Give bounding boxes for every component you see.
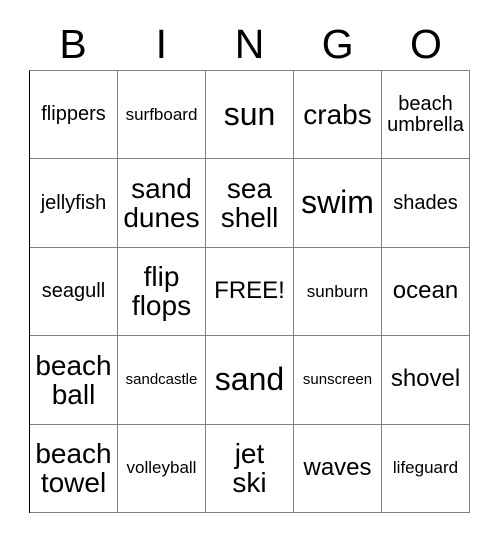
bingo-cell-r3c2[interactable]: flip flops — [118, 247, 206, 337]
bingo-cell-r1c2[interactable]: surfboard — [118, 71, 206, 160]
bingo-cell-label: shovel — [390, 365, 461, 393]
bingo-cell-r3c1[interactable]: seagull — [30, 247, 118, 337]
bingo-cell-r2c1[interactable]: jellyfish — [30, 159, 118, 248]
bingo-cell-label: seagull — [41, 280, 106, 303]
bingo-cell-label: beach towel — [35, 438, 112, 499]
bingo-cell-label: sandcastle — [125, 371, 198, 389]
bingo-cell-r1c4[interactable]: crabs — [294, 71, 382, 160]
bingo-cell-label: sand dunes — [123, 172, 200, 234]
bingo-cell-label: waves — [303, 453, 372, 481]
bingo-cell-r5c4[interactable]: waves — [294, 424, 382, 513]
bingo-cell-r2c4[interactable]: swim — [294, 159, 382, 248]
bingo-cell-label: swim — [301, 184, 374, 221]
bingo-cell-r1c3[interactable]: sun — [206, 71, 294, 160]
bingo-cell-r4c2[interactable]: sandcastle — [118, 336, 206, 425]
bingo-cell-label: sunscreen — [302, 371, 373, 389]
bingo-cell-label: jellyfish — [40, 191, 107, 214]
bingo-cell-r4c1[interactable]: beach ball — [30, 336, 118, 425]
bingo-header: B I N G O — [29, 14, 470, 66]
bingo-cell-label: volleyball — [126, 458, 197, 478]
header-letter-g: G — [321, 21, 354, 67]
bingo-cell-label: jet ski — [232, 438, 267, 499]
bingo-cell-r5c2[interactable]: volleyball — [118, 424, 206, 513]
bingo-cell-label: crabs — [303, 99, 372, 131]
bingo-cell-label: flippers — [41, 103, 106, 126]
bingo-card: B I N G O flippers surfboard sun crabs beach… — [0, 0, 500, 544]
bingo-cell-r5c1[interactable]: beach towel — [30, 424, 118, 513]
header-letter-n: N — [234, 21, 265, 67]
bingo-cell-r1c5[interactable]: beach umbrella — [382, 71, 470, 160]
bingo-cell-label: beach ball — [35, 349, 112, 410]
bingo-cell-label: sunburn — [306, 281, 369, 301]
bingo-cell-r1c1[interactable]: flippers — [30, 71, 118, 160]
bingo-cell-label: sand — [214, 361, 285, 398]
bingo-cell-r4c4[interactable]: sunscreen — [294, 336, 382, 425]
bingo-cell-label: sea shell — [220, 172, 279, 234]
bingo-cell-r5c5[interactable]: lifeguard — [382, 424, 470, 513]
bingo-cell-label: shades — [393, 191, 458, 214]
bingo-cell-r2c5[interactable]: shades — [382, 159, 470, 248]
header-letter-o: O — [409, 21, 442, 67]
bingo-cell-label: lifeguard — [392, 458, 459, 478]
bingo-cell-r2c2[interactable]: sand dunes — [118, 159, 206, 248]
bingo-cell-r5c3[interactable]: jet ski — [206, 424, 294, 513]
bingo-cell-label: FREE! — [214, 277, 285, 305]
bingo-cell-label: surfboard — [125, 104, 198, 124]
header-letter-b: B — [59, 21, 87, 67]
bingo-cell-r4c5[interactable]: shovel — [382, 336, 470, 425]
bingo-cell-label: beach umbrella — [387, 92, 464, 136]
bingo-cell-r2c3[interactable]: sea shell — [206, 159, 294, 248]
bingo-cell-label: sun — [223, 96, 276, 133]
header-letter-i: I — [155, 21, 167, 67]
bingo-cell-r3c4[interactable]: sunburn — [294, 247, 382, 337]
bingo-cell-r4c3[interactable]: sand — [206, 336, 294, 425]
bingo-grid: flippers surfboard sun crabs beach umbrella j… — [29, 70, 470, 513]
bingo-cell-label: flip flops — [131, 261, 192, 322]
bingo-cell-r3c5[interactable]: ocean — [382, 247, 470, 337]
bingo-cell-r3c3[interactable]: FREE! — [206, 247, 294, 337]
bingo-cell-label: ocean — [392, 277, 459, 305]
